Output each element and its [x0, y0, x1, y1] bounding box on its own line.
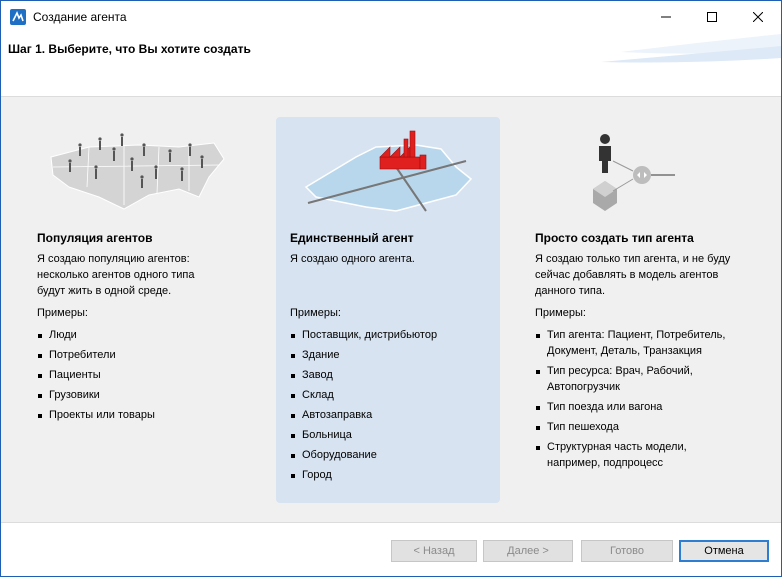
description-line: Я создаю только тип агента, и не буду: [535, 253, 731, 265]
list-item: Люди: [37, 327, 155, 343]
bullet-icon: [536, 334, 540, 338]
close-button[interactable]: [735, 1, 781, 32]
minimize-button[interactable]: [643, 1, 689, 32]
window-title: Создание агента: [33, 10, 127, 24]
examples-list: Поставщик, дистрибьютор Здание Завод Скл…: [290, 327, 437, 487]
option-description: Я создаю одного агента.: [290, 251, 415, 267]
list-item: Город: [290, 467, 437, 483]
examples-label: Примеры:: [290, 307, 341, 319]
option-title: Единственный агент: [290, 231, 414, 245]
bullet-icon: [291, 394, 295, 398]
back-button[interactable]: < Назад: [391, 540, 477, 562]
option-agent-type[interactable]: Просто создать тип агента Я создаю тольк…: [527, 117, 767, 503]
list-item: Грузовики: [37, 387, 155, 403]
bullet-icon: [291, 474, 295, 478]
examples-list: Люди Потребители Пациенты Грузовики Прое…: [37, 327, 155, 427]
bullet-icon: [291, 354, 295, 358]
wizard-header: Шаг 1. Выберите, что Вы хотите создать: [1, 32, 781, 97]
examples-list: Тип агента: Пациент, Потребитель, Докумен…: [535, 327, 725, 475]
option-title: Просто создать тип агента: [535, 231, 694, 245]
header-decoration: [601, 34, 781, 63]
option-title: Популяция агентов: [37, 231, 153, 245]
minimize-icon: [661, 16, 671, 17]
option-single-agent[interactable]: Единственный агент Я создаю одного агент…: [276, 117, 500, 503]
examples-label: Примеры:: [37, 307, 88, 319]
options-area: Популяция агентов Я создаю популяцию аге…: [1, 97, 781, 522]
option-population[interactable]: Популяция агентов Я создаю популяцию аге…: [29, 117, 253, 503]
description-line: несколько агентов одного типа: [37, 269, 195, 281]
bullet-icon: [536, 370, 540, 374]
title-bar: Создание агента: [1, 1, 781, 32]
bullet-icon: [291, 334, 295, 338]
footer-divider: [1, 522, 781, 523]
list-item: Тип агента: Пациент, Потребитель, Докумен…: [535, 327, 725, 359]
list-item: Здание: [290, 347, 437, 363]
list-item: Пациенты: [37, 367, 155, 383]
option-description: Я создаю популяцию агентов: несколько аг…: [37, 251, 194, 299]
anylogic-app-icon: [10, 9, 26, 25]
bullet-icon: [38, 414, 42, 418]
description-line: данного типа.: [535, 285, 606, 297]
list-item: Больница: [290, 427, 437, 443]
maximize-icon: [707, 11, 717, 22]
list-item: Тип ресурса: Врач, Рабочий, Автопогрузчик: [535, 363, 725, 395]
cancel-button[interactable]: Отмена: [679, 540, 769, 562]
bullet-icon: [38, 334, 42, 338]
population-map-illustration: [50, 133, 225, 210]
list-item: Структурная часть модели, например, подпр…: [535, 439, 725, 471]
agent-type-diagram-illustration: [593, 134, 675, 211]
list-item: Склад: [290, 387, 437, 403]
step-title: Шаг 1. Выберите, что Вы хотите создать: [8, 42, 251, 56]
bullet-icon: [38, 354, 42, 358]
list-item: Тип пешехода: [535, 419, 725, 435]
bullet-icon: [291, 434, 295, 438]
description-line: Я создаю одного агента.: [290, 253, 415, 265]
bullet-icon: [38, 374, 42, 378]
finish-button[interactable]: Готово: [581, 540, 673, 562]
bullet-icon: [291, 454, 295, 458]
description-line: будут жить в одной среде.: [37, 285, 172, 297]
list-item: Завод: [290, 367, 437, 383]
close-icon: [753, 11, 763, 22]
examples-label: Примеры:: [535, 307, 586, 319]
option-description: Я создаю только тип агента, и не буду се…: [535, 251, 730, 299]
next-button[interactable]: Далее >: [483, 540, 573, 562]
maximize-button[interactable]: [689, 1, 735, 32]
description-line: Я создаю популяцию агентов:: [37, 253, 190, 265]
list-item: Автозаправка: [290, 407, 437, 423]
bullet-icon: [291, 414, 295, 418]
bullet-icon: [536, 426, 540, 430]
bullet-icon: [536, 446, 540, 450]
list-item: Тип поезда или вагона: [535, 399, 725, 415]
bullet-icon: [291, 374, 295, 378]
list-item: Потребители: [37, 347, 155, 363]
list-item: Проекты или товары: [37, 407, 155, 423]
bullet-icon: [38, 394, 42, 398]
list-item: Поставщик, дистрибьютор: [290, 327, 437, 343]
agent-wizard-window: Создание агента Шаг 1. Выберите, что Вы …: [0, 0, 782, 577]
factory-map-illustration: [304, 130, 473, 212]
bullet-icon: [536, 406, 540, 410]
list-item: Оборудование: [290, 447, 437, 463]
description-line: сейчас добавлять в модель агентов: [535, 269, 719, 281]
